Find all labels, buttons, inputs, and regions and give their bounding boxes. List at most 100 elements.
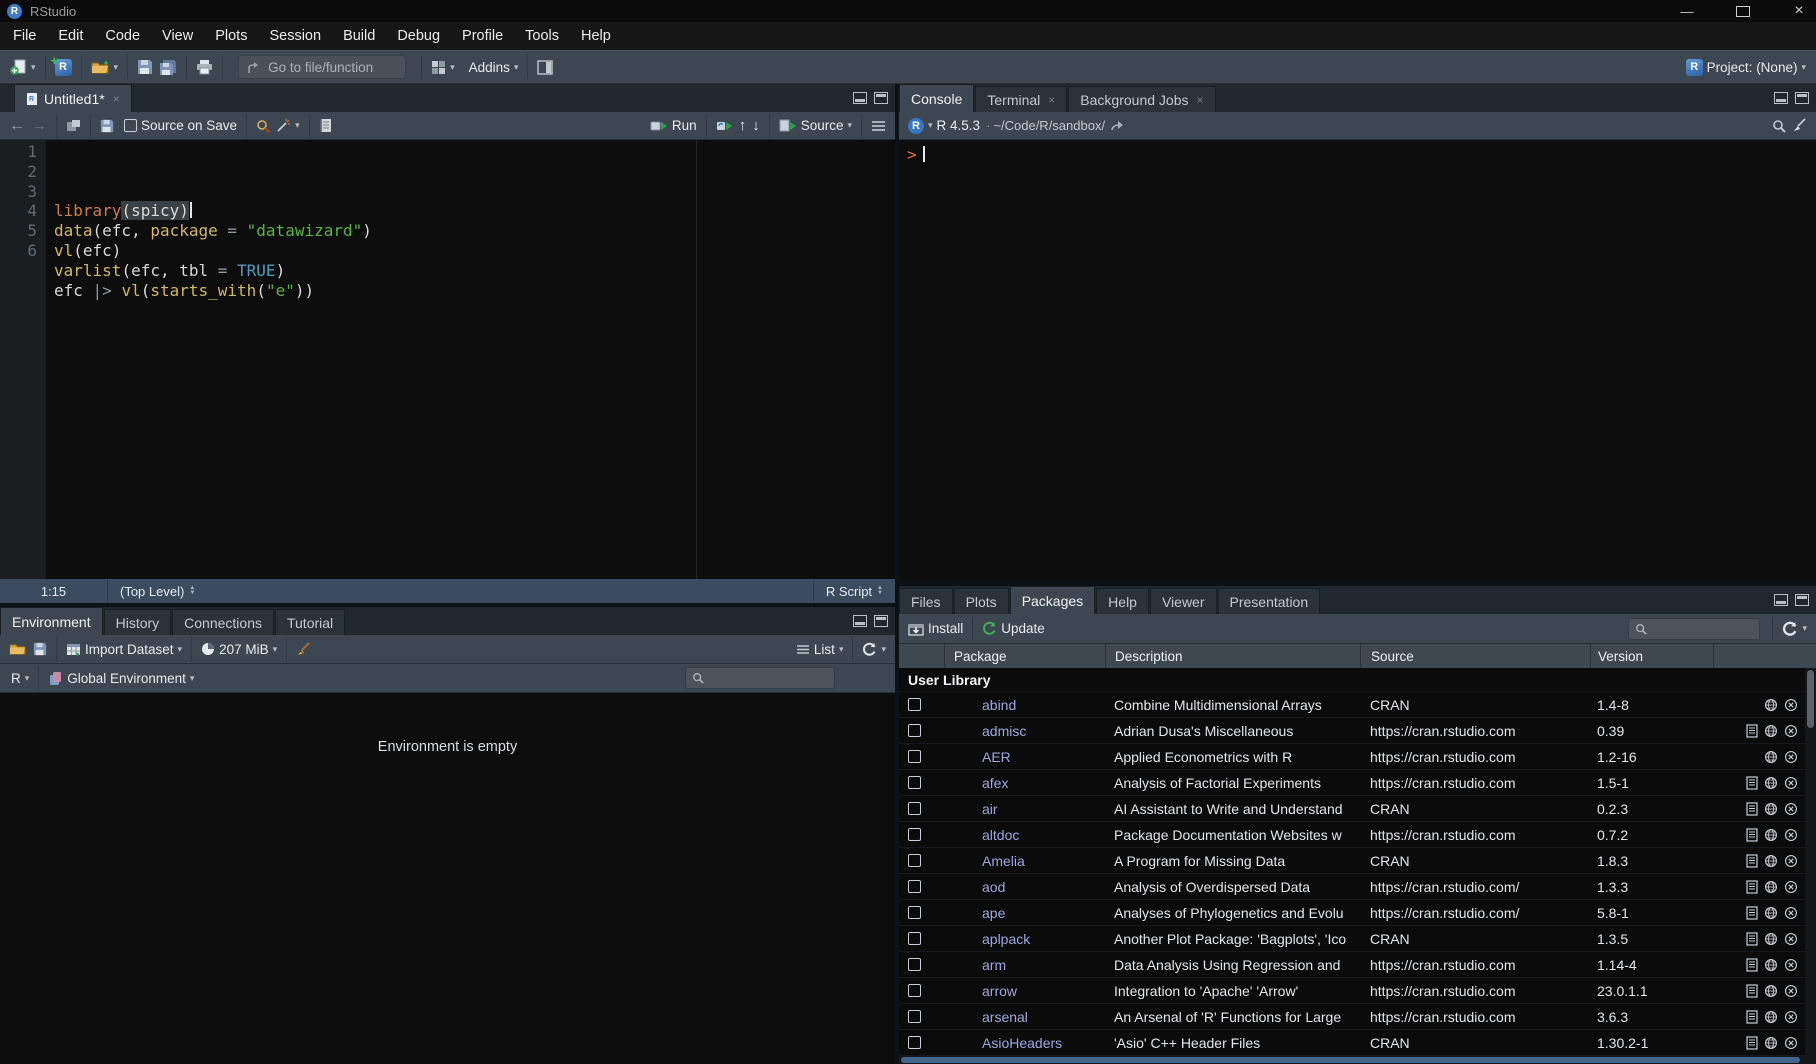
- tab-connections[interactable]: Connections: [172, 609, 274, 635]
- package-checkbox[interactable]: [908, 698, 921, 711]
- website-icon[interactable]: [1764, 958, 1778, 972]
- tab-help[interactable]: Help: [1096, 588, 1149, 614]
- package-row[interactable]: aod Analysis of Overdispersed Data https…: [899, 874, 1816, 900]
- go-next-section-button[interactable]: ↓: [749, 115, 763, 136]
- menu-tools[interactable]: Tools: [514, 22, 570, 50]
- memory-usage-button[interactable]: 207 MiB ▾: [198, 640, 280, 659]
- package-name-link[interactable]: AsioHeaders: [982, 1035, 1062, 1051]
- remove-package-icon[interactable]: [1784, 958, 1798, 972]
- tab-presentation[interactable]: Presentation: [1218, 588, 1321, 614]
- horizontal-scrollbar[interactable]: [899, 1056, 1816, 1064]
- minimize-pane-icon[interactable]: [853, 92, 867, 104]
- package-name-link[interactable]: arm: [982, 957, 1006, 973]
- project-selector[interactable]: R Project: (None) ▾: [1683, 57, 1809, 78]
- vertical-scrollbar[interactable]: [1805, 668, 1816, 1056]
- environment-scope-selector[interactable]: Global Environment ▾: [45, 669, 197, 688]
- save-workspace-button[interactable]: [30, 640, 50, 658]
- tab-environment[interactable]: Environment: [0, 607, 103, 635]
- package-row[interactable]: arrow Integration to 'Apache' 'Arrow' ht…: [899, 978, 1816, 1004]
- website-icon[interactable]: [1764, 776, 1778, 790]
- manual-icon[interactable]: [1746, 802, 1758, 816]
- manual-icon[interactable]: [1746, 828, 1758, 842]
- package-checkbox[interactable]: [908, 750, 921, 763]
- menu-help[interactable]: Help: [570, 22, 622, 50]
- menu-view[interactable]: View: [151, 22, 204, 50]
- manual-icon[interactable]: [1746, 906, 1758, 920]
- maximize-pane-icon[interactable]: [874, 92, 888, 104]
- remove-package-icon[interactable]: [1784, 1036, 1798, 1050]
- website-icon[interactable]: [1764, 854, 1778, 868]
- website-icon[interactable]: [1764, 880, 1778, 894]
- environment-search-input[interactable]: [685, 667, 835, 689]
- tab-untitled1[interactable]: R Untitled1* ×: [14, 84, 132, 112]
- website-icon[interactable]: [1764, 698, 1778, 712]
- new-project-button[interactable]: R: [52, 57, 75, 78]
- code-tools-button[interactable]: ▾: [273, 117, 303, 135]
- header-package[interactable]: Package: [944, 644, 1105, 668]
- close-tab-icon[interactable]: ×: [1196, 93, 1203, 107]
- remove-package-icon[interactable]: [1784, 880, 1798, 894]
- panes-grid-button[interactable]: ▾: [428, 58, 458, 77]
- update-button[interactable]: Update: [979, 619, 1048, 638]
- package-checkbox[interactable]: [908, 828, 921, 841]
- tab-packages[interactable]: Packages: [1010, 586, 1095, 614]
- package-name-link[interactable]: aod: [982, 879, 1005, 895]
- save-all-button[interactable]: [156, 57, 180, 78]
- package-row[interactable]: admisc Adrian Dusa's Miscellaneous https…: [899, 718, 1816, 744]
- find-replace-button[interactable]: [253, 117, 273, 135]
- import-dataset-button[interactable]: Import Dataset ▾: [63, 640, 185, 659]
- package-name-link[interactable]: Amelia: [982, 853, 1025, 869]
- compile-report-button[interactable]: [316, 116, 335, 135]
- manual-icon[interactable]: [1746, 880, 1758, 894]
- header-description[interactable]: Description: [1105, 644, 1360, 668]
- package-checkbox[interactable]: [908, 932, 921, 945]
- new-file-button[interactable]: ▾: [7, 57, 39, 78]
- print-button[interactable]: [193, 57, 216, 77]
- package-row[interactable]: arm Data Analysis Using Regression and h…: [899, 952, 1816, 978]
- packages-search-input[interactable]: [1628, 618, 1760, 640]
- header-version[interactable]: Version: [1590, 644, 1713, 668]
- save-button[interactable]: [134, 57, 156, 77]
- tab-viewer[interactable]: Viewer: [1150, 588, 1217, 614]
- tab-tutorial[interactable]: Tutorial: [275, 609, 345, 635]
- file-type-selector[interactable]: R Script ▲▼: [813, 579, 895, 603]
- website-icon[interactable]: [1764, 906, 1778, 920]
- source-on-save-checkbox[interactable]: Source on Save: [121, 116, 240, 135]
- back-button[interactable]: ←: [6, 115, 28, 137]
- menu-build[interactable]: Build: [332, 22, 386, 50]
- menu-file[interactable]: File: [2, 22, 47, 50]
- package-checkbox[interactable]: [908, 854, 921, 867]
- package-checkbox[interactable]: [908, 984, 921, 997]
- packages-table[interactable]: User Library abind Combine Multidimensio…: [899, 668, 1816, 1056]
- rerun-button[interactable]: [713, 118, 736, 134]
- package-name-link[interactable]: AER: [982, 749, 1011, 765]
- header-source[interactable]: Source: [1360, 644, 1590, 668]
- remove-package-icon[interactable]: [1784, 984, 1798, 998]
- tab-console[interactable]: Console: [899, 84, 974, 112]
- package-checkbox[interactable]: [908, 880, 921, 893]
- manual-icon[interactable]: [1746, 932, 1758, 946]
- minimize-pane-icon[interactable]: [853, 615, 867, 627]
- display-mode-button[interactable]: List ▾: [793, 640, 847, 659]
- package-name-link[interactable]: admisc: [982, 723, 1026, 739]
- refresh-environment-button[interactable]: ▾: [859, 640, 889, 659]
- maximize-window-icon[interactable]: [1736, 6, 1750, 17]
- package-checkbox[interactable]: [908, 906, 921, 919]
- package-row[interactable]: ape Analyses of Phylogenetics and Evolu …: [899, 900, 1816, 926]
- remove-package-icon[interactable]: [1784, 906, 1798, 920]
- code-editor[interactable]: 123456 library(spicy)data(efc, package =…: [0, 140, 895, 579]
- load-workspace-button[interactable]: [6, 640, 30, 658]
- minimize-window-icon[interactable]: —: [1680, 4, 1694, 19]
- package-name-link[interactable]: altdoc: [982, 827, 1019, 843]
- package-row[interactable]: altdoc Package Documentation Websites w …: [899, 822, 1816, 848]
- menu-debug[interactable]: Debug: [386, 22, 451, 50]
- package-row[interactable]: Amelia A Program for Missing Data CRAN 1…: [899, 848, 1816, 874]
- minimize-pane-icon[interactable]: [1774, 92, 1788, 104]
- website-icon[interactable]: [1764, 828, 1778, 842]
- package-name-link[interactable]: arsenal: [982, 1009, 1028, 1025]
- website-icon[interactable]: [1764, 932, 1778, 946]
- package-row[interactable]: aplpack Another Plot Package: 'Bagplots'…: [899, 926, 1816, 952]
- document-outline-button[interactable]: [868, 118, 889, 134]
- open-in-new-window-button[interactable]: [63, 117, 84, 134]
- close-window-icon[interactable]: ×: [1792, 2, 1806, 20]
